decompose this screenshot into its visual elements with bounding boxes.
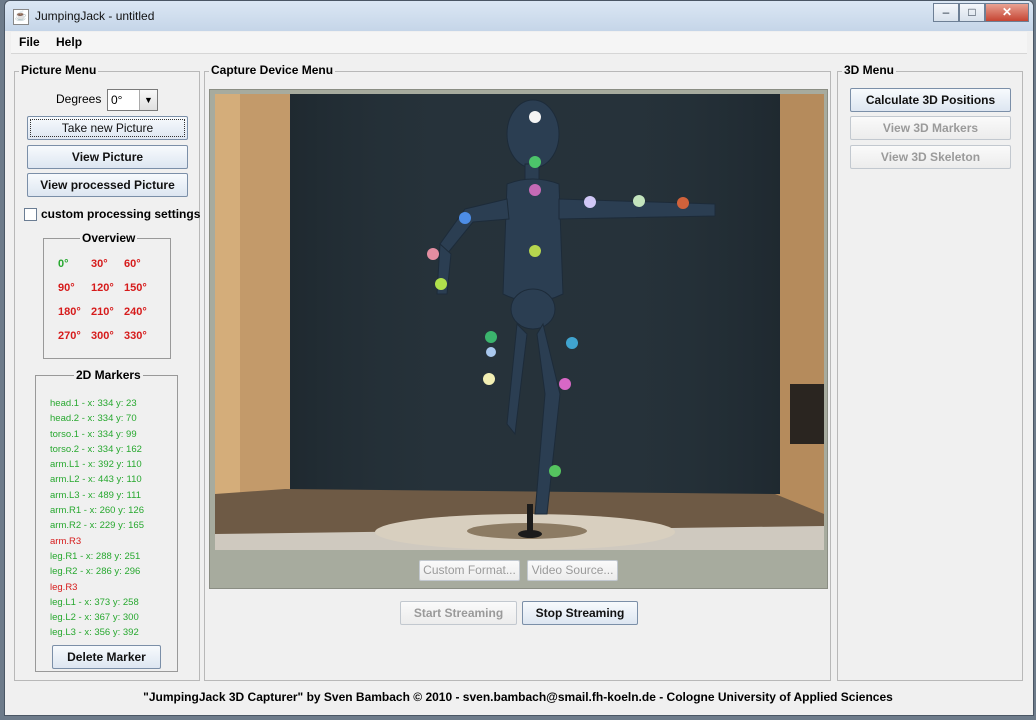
marker-item[interactable]: leg.R1 - x: 288 y: 251 bbox=[50, 549, 144, 564]
marker-item[interactable]: arm.L2 - x: 443 y: 110 bbox=[50, 472, 144, 487]
overview-title: Overview bbox=[80, 231, 138, 245]
markers-box: 2D Markers head.1 - x: 334 y: 23 head.2 -… bbox=[35, 368, 178, 672]
marker-item[interactable]: leg.R2 - x: 286 y: 296 bbox=[50, 564, 144, 579]
overview-angle: 60° bbox=[124, 258, 141, 270]
video-frame: Custom Format... Video Source... bbox=[209, 89, 828, 589]
marker-item[interactable]: head.2 - x: 334 y: 70 bbox=[50, 411, 144, 426]
menu-bar: File Help bbox=[11, 32, 1027, 54]
overview-box: Overview 0° 30° 60° 90° 120° 150° 180° 210° 240°… bbox=[43, 231, 171, 359]
window-title: JumpingJack - untitled bbox=[35, 9, 155, 23]
markers-title: 2D Markers bbox=[74, 368, 143, 382]
custom-processing-checkbox[interactable] bbox=[24, 208, 37, 221]
marker-item[interactable]: torso.2 - x: 334 y: 162 bbox=[50, 442, 144, 457]
view-picture-button[interactable]: View Picture bbox=[27, 145, 188, 169]
marker-item[interactable]: leg.L2 - x: 367 y: 300 bbox=[50, 610, 144, 625]
java-cup-icon: ☕ bbox=[13, 9, 29, 25]
degrees-select[interactable]: 0° ▼ bbox=[107, 89, 158, 111]
overview-angle: 210° bbox=[91, 306, 114, 318]
video-source-button[interactable]: Video Source... bbox=[527, 560, 618, 581]
take-picture-button[interactable]: Take new Picture bbox=[27, 116, 188, 140]
overview-angle: 180° bbox=[58, 306, 81, 318]
marker-item[interactable]: leg.L3 - x: 356 y: 392 bbox=[50, 625, 144, 640]
minimize-button[interactable]: – bbox=[933, 3, 959, 22]
overview-angle: 30° bbox=[91, 258, 108, 270]
overview-angle: 90° bbox=[58, 282, 75, 294]
marker-item[interactable]: leg.L1 - x: 373 y: 258 bbox=[50, 595, 144, 610]
overview-angle: 270° bbox=[58, 330, 81, 342]
start-streaming-button[interactable]: Start Streaming bbox=[400, 601, 517, 625]
capture-title: Capture Device Menu bbox=[209, 63, 336, 77]
overview-angle: 300° bbox=[91, 330, 114, 342]
close-button[interactable]: ✕ bbox=[985, 3, 1029, 22]
view-3d-skeleton-button[interactable]: View 3D Skeleton bbox=[850, 145, 1011, 169]
custom-processing-label[interactable]: custom processing settings bbox=[41, 207, 200, 221]
marker-item[interactable]: arm.L1 - x: 392 y: 110 bbox=[50, 457, 144, 472]
marker-item[interactable]: torso.1 - x: 334 y: 99 bbox=[50, 427, 144, 442]
chevron-down-icon[interactable]: ▼ bbox=[139, 90, 157, 110]
overview-grid: 0° 30° 60° 90° 120° 150° 180° 210° 240° 270° 300° 3… bbox=[58, 258, 157, 346]
title-bar[interactable]: ☕ JumpingJack - untitled – □ ✕ bbox=[5, 1, 1033, 31]
overview-angle: 150° bbox=[124, 282, 147, 294]
marker-item[interactable]: leg.R3 bbox=[50, 580, 144, 595]
marker-item[interactable]: arm.L3 - x: 489 y: 111 bbox=[50, 488, 144, 503]
view-3d-markers-button[interactable]: View 3D Markers bbox=[850, 116, 1011, 140]
stop-streaming-button[interactable]: Stop Streaming bbox=[522, 601, 638, 625]
marker-item[interactable]: head.1 - x: 334 y: 23 bbox=[50, 396, 144, 411]
degrees-label: Degrees bbox=[56, 92, 102, 106]
overview-angle: 330° bbox=[124, 330, 147, 342]
maximize-button[interactable]: □ bbox=[959, 3, 985, 22]
video-preview bbox=[215, 94, 824, 550]
markers-list: head.1 - x: 334 y: 23 head.2 - x: 334 y: … bbox=[50, 396, 144, 641]
delete-marker-button[interactable]: Delete Marker bbox=[52, 645, 161, 669]
menu-help[interactable]: Help bbox=[48, 32, 87, 49]
calculate-3d-button[interactable]: Calculate 3D Positions bbox=[850, 88, 1011, 112]
overview-angle: 240° bbox=[124, 306, 147, 318]
degrees-value: 0° bbox=[111, 93, 123, 107]
view-processed-button[interactable]: View processed Picture bbox=[27, 173, 188, 197]
custom-format-button[interactable]: Custom Format... bbox=[419, 560, 520, 581]
overview-angle: 120° bbox=[91, 282, 114, 294]
3d-menu-title: 3D Menu bbox=[842, 63, 897, 77]
menu-file[interactable]: File bbox=[11, 32, 45, 49]
camera-image bbox=[215, 94, 824, 550]
marker-item[interactable]: arm.R1 - x: 260 y: 126 bbox=[50, 503, 144, 518]
overview-angle: 0° bbox=[58, 258, 69, 270]
marker-item[interactable]: arm.R2 - x: 229 y: 165 bbox=[50, 518, 144, 533]
marker-item[interactable]: arm.R3 bbox=[50, 534, 144, 549]
status-bar: "JumpingJack 3D Capturer" by Sven Bambac… bbox=[143, 690, 893, 704]
picture-menu-title: Picture Menu bbox=[19, 63, 99, 77]
